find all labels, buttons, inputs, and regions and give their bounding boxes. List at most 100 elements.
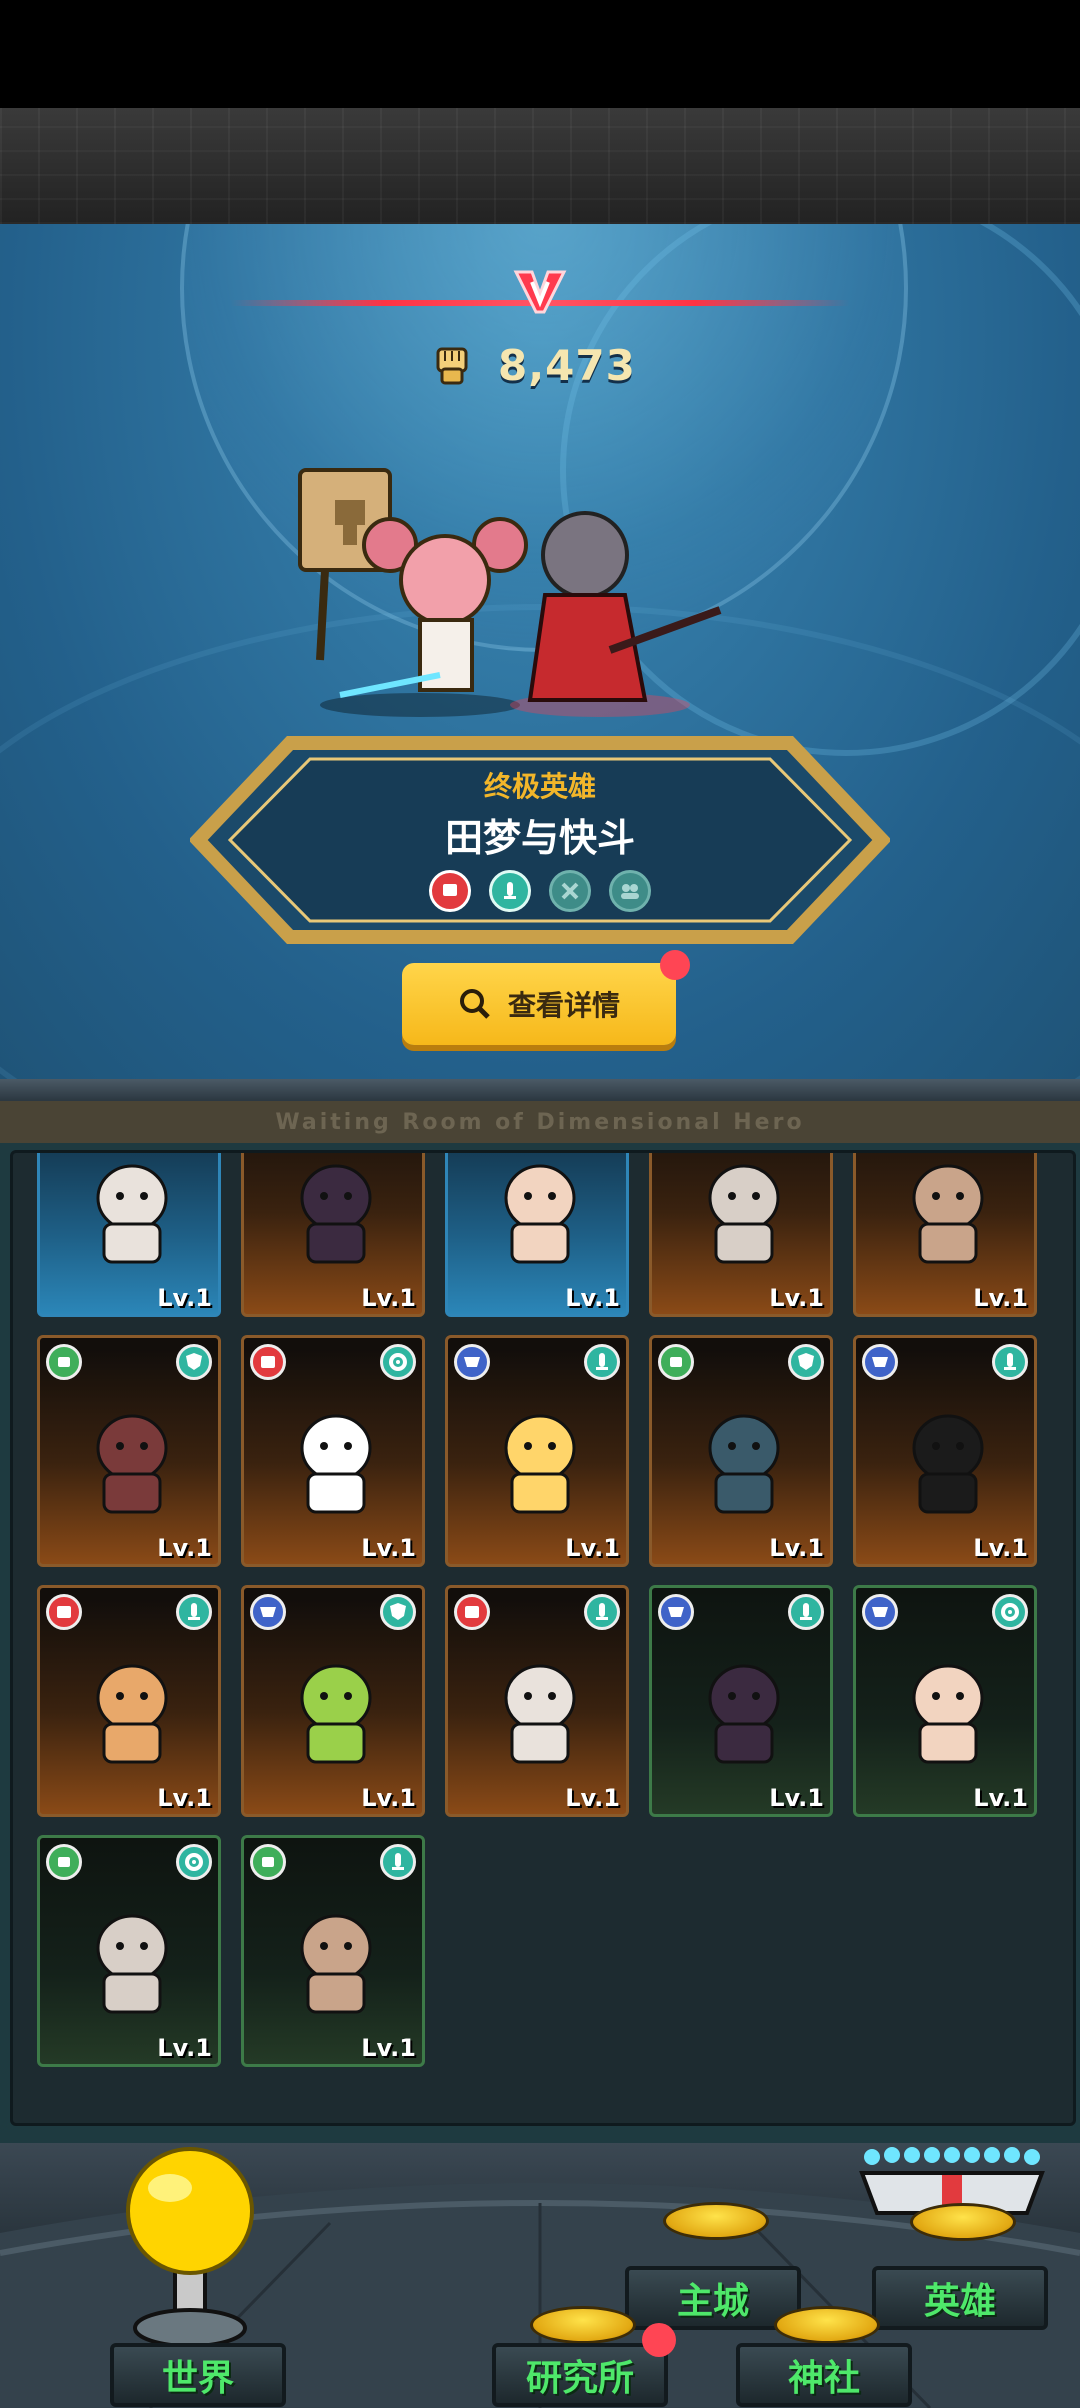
circuit-header <box>0 108 1080 228</box>
nav-research[interactable]: 研究所 <box>492 2343 668 2407</box>
shield-icon <box>788 1344 824 1380</box>
bottom-navigation: 世界 主城 英雄 研究所 神社 <box>0 2143 1080 2408</box>
hero-portrait <box>300 1414 372 1514</box>
shrine-button-top[interactable] <box>774 2306 880 2344</box>
level-label: Lv.1 <box>769 1784 824 1812</box>
level-label: Lv.1 <box>565 1284 620 1312</box>
search-icon <box>459 989 490 1019</box>
hero-portrait <box>708 1414 780 1514</box>
fist-icon <box>250 1344 286 1380</box>
hero-card[interactable]: Lv.1 <box>241 1835 425 2067</box>
hero-portrait <box>504 1414 576 1514</box>
gear-icon <box>176 1844 212 1880</box>
nav-shrine[interactable]: 神社 <box>736 2343 912 2407</box>
sword-icon <box>788 1594 824 1630</box>
hero-card[interactable]: Lv.1 <box>649 1153 833 1317</box>
locked-group-trait-icon[interactable] <box>609 870 651 912</box>
fist-icon <box>436 347 468 385</box>
hero-rank: 终极英雄 <box>483 770 596 803</box>
hero-card[interactable]: Lv.1 <box>241 1585 425 1817</box>
locked-x-trait-icon[interactable] <box>549 870 591 912</box>
hand-icon <box>250 1844 286 1880</box>
claw-icon <box>454 1344 490 1380</box>
level-label: Lv.1 <box>361 2034 416 2062</box>
section-divider <box>0 1079 1080 1101</box>
hero-portrait <box>912 1164 984 1264</box>
hero-sprites <box>298 468 722 717</box>
hero-card[interactable]: Lv.1 <box>853 1335 1037 1567</box>
claw-icon <box>658 1594 694 1630</box>
hero-card[interactable]: Lv.1 <box>241 1335 425 1567</box>
hero-portrait <box>708 1164 780 1264</box>
claw-icon <box>862 1344 898 1380</box>
hero-roster-grid[interactable]: Lv.1 Lv.1 Lv.1 Lv.1 Lv.1 Lv.1 Lv.1 Lv.1 Lv.1 Lv.1… <box>10 1150 1076 2126</box>
nav-world[interactable]: 世界 <box>110 2343 286 2407</box>
view-details-button[interactable]: 查看详情 <box>402 963 676 1045</box>
hero-card[interactable]: Lv.1 <box>649 1335 833 1567</box>
sword-icon <box>584 1344 620 1380</box>
view-details-label: 查看详情 <box>507 989 620 1022</box>
claw-icon <box>862 1594 898 1630</box>
main-city-button-top[interactable] <box>663 2202 769 2240</box>
hero-portrait <box>300 1914 372 2014</box>
research-button-top[interactable] <box>530 2306 636 2344</box>
teal-sword-trait-icon[interactable] <box>489 870 531 912</box>
hero-portrait <box>912 1414 984 1514</box>
sword-icon <box>176 1594 212 1630</box>
level-label: Lv.1 <box>973 1534 1028 1562</box>
heroes-button-top[interactable] <box>910 2203 1016 2241</box>
status-bar <box>0 0 1080 108</box>
level-label: Lv.1 <box>361 1784 416 1812</box>
level-label: Lv.1 <box>973 1784 1028 1812</box>
hand-icon <box>658 1344 694 1380</box>
waiting-room-banner: Waiting Room of Dimensional Hero <box>0 1101 1080 1143</box>
hero-portrait <box>96 1914 168 2014</box>
power-value: 8,473 <box>498 340 636 390</box>
sword-icon <box>380 1844 416 1880</box>
hero-card[interactable]: Lv.1 <box>445 1335 629 1567</box>
hero-portrait <box>912 1664 984 1764</box>
level-label: Lv.1 <box>973 1284 1028 1312</box>
hero-card[interactable]: Lv.1 <box>37 1835 221 2067</box>
hero-card[interactable]: Lv.1 <box>853 1153 1037 1317</box>
hero-card[interactable]: Lv.1 <box>37 1153 221 1317</box>
hero-portrait <box>300 1164 372 1264</box>
hero-card[interactable]: Lv.1 <box>241 1153 425 1317</box>
level-label: Lv.1 <box>769 1534 824 1562</box>
hero-card[interactable]: Lv.1 <box>37 1335 221 1567</box>
v-rank-icon <box>513 270 567 314</box>
hero-portrait <box>504 1164 576 1264</box>
level-label: Lv.1 <box>565 1534 620 1562</box>
hero-card[interactable]: Lv.1 <box>445 1585 629 1817</box>
sword-icon <box>584 1594 620 1630</box>
fist-icon <box>46 1594 82 1630</box>
hero-card[interactable]: Lv.1 <box>445 1153 629 1317</box>
nav-heroes[interactable]: 英雄 <box>872 2266 1048 2330</box>
hero-card[interactable]: Lv.1 <box>37 1585 221 1817</box>
red-fist-trait-icon[interactable] <box>429 870 471 912</box>
hero-name: 田梦与快斗 <box>444 816 635 860</box>
hero-portrait <box>300 1664 372 1764</box>
hero-portrait <box>96 1664 168 1764</box>
hero-name-card: 终极英雄 田梦与快斗 <box>190 735 890 945</box>
hero-portrait <box>504 1664 576 1764</box>
level-label: Lv.1 <box>565 1784 620 1812</box>
level-label: Lv.1 <box>361 1284 416 1312</box>
hand-icon <box>46 1844 82 1880</box>
level-label: Lv.1 <box>157 2034 212 2062</box>
level-label: Lv.1 <box>157 1784 212 1812</box>
notification-dot <box>660 950 690 980</box>
joystick-icon[interactable] <box>110 2143 270 2353</box>
hero-traits <box>190 870 890 912</box>
hero-card[interactable]: Lv.1 <box>649 1585 833 1817</box>
sword-icon <box>992 1344 1028 1380</box>
level-label: Lv.1 <box>361 1534 416 1562</box>
level-label: Lv.1 <box>157 1284 212 1312</box>
claw-icon <box>250 1594 286 1630</box>
fist-icon <box>454 1594 490 1630</box>
combat-power: 8,473 <box>430 335 710 395</box>
hero-portrait <box>96 1414 168 1514</box>
shield-icon <box>380 1594 416 1630</box>
hero-card[interactable]: Lv.1 <box>853 1585 1037 1817</box>
level-label: Lv.1 <box>157 1534 212 1562</box>
